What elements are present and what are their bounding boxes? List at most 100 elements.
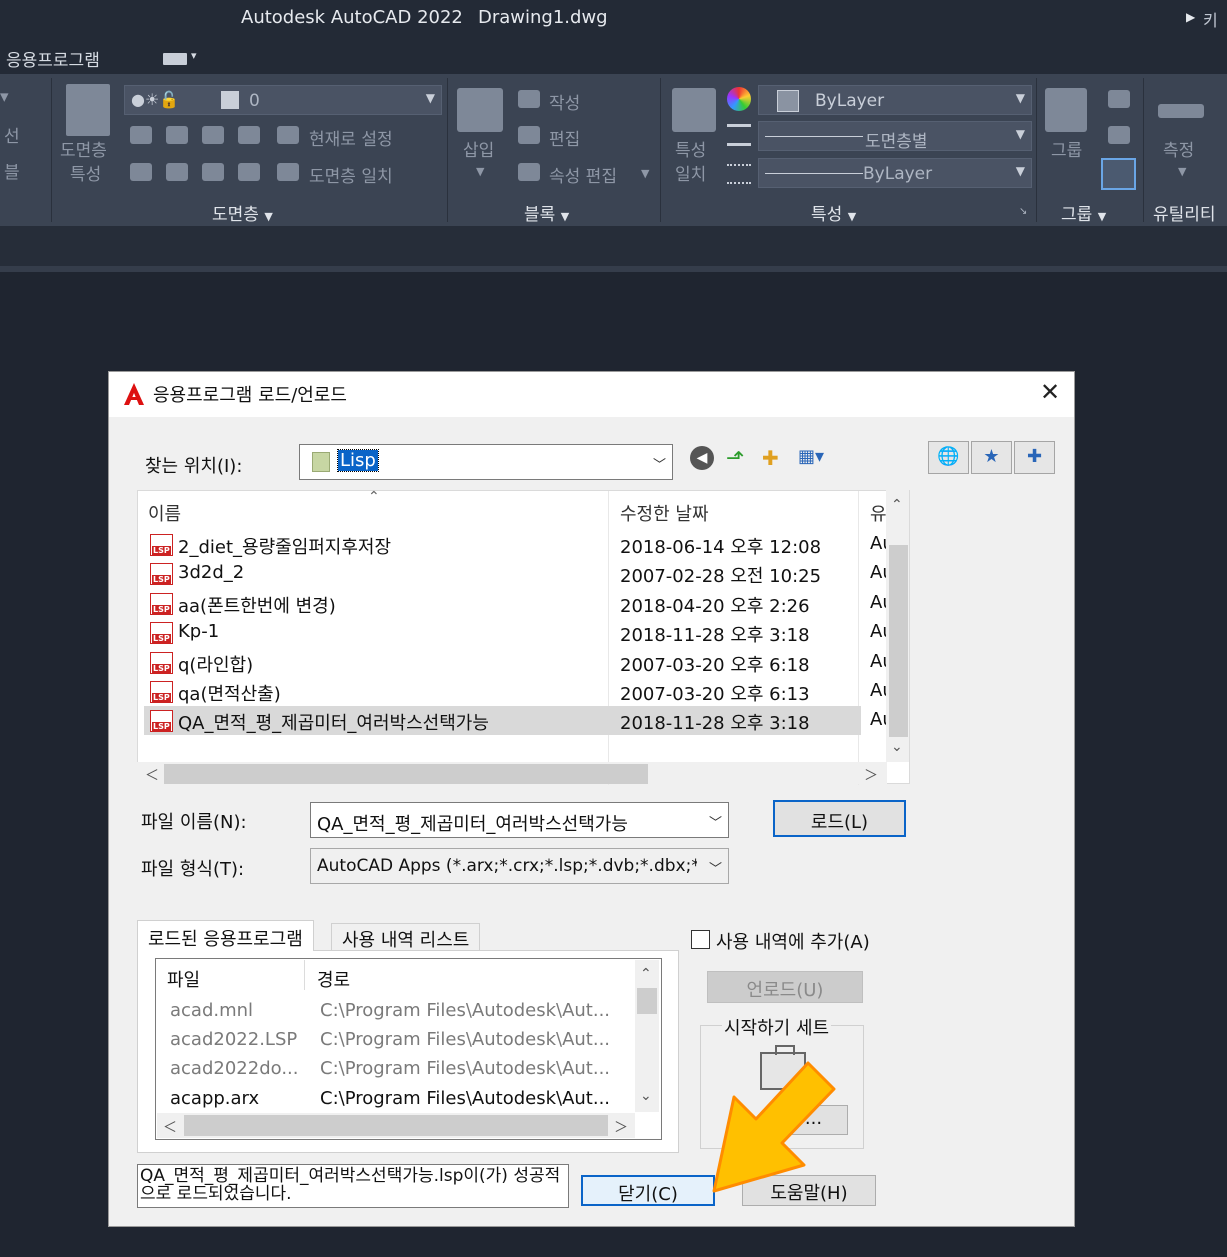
properties-panel-title[interactable]: 특성 ▼ <box>811 200 856 225</box>
color-wheel-icon[interactable] <box>727 87 751 111</box>
loaded-file[interactable]: acad.mnl <box>170 1000 253 1021</box>
file-row[interactable]: LSP q(라인합) 2007-03-20 오후 6:18 Au <box>144 648 894 677</box>
layer-isolate-icon[interactable] <box>166 126 188 144</box>
file-list[interactable]: 이름 ⌃ 수정한 날짜 유 LSP 2_diet_용량줄임퍼지후저장 2018-… <box>137 489 910 785</box>
attribute-edit-icon[interactable] <box>518 163 540 181</box>
tab-history-list[interactable]: 사용 내역 리스트 <box>331 923 481 951</box>
set-current-icon[interactable] <box>277 126 299 144</box>
group-edit-icon[interactable] <box>1108 126 1130 144</box>
lineweight-icon[interactable] <box>727 124 751 146</box>
workspace-dropdown[interactable]: ▾ <box>163 49 201 66</box>
layer-freeze-icon[interactable] <box>202 126 224 144</box>
file-row[interactable]: LSP qa(면적산출) 2007-03-20 오후 6:13 Au <box>144 677 894 706</box>
file-name-input[interactable]: QA_면적_평_제곱미터_여러박스선택가능 ﹀ <box>310 802 729 838</box>
loaded-path[interactable]: C:\Program Files\Autodesk\Aut... <box>320 1000 632 1021</box>
file-list-hscroll-thumb[interactable] <box>164 764 648 784</box>
lineweight-combo[interactable]: ByLayer ▼ <box>758 158 1032 188</box>
file-name: 2_diet_용량줄임퍼지후저장 <box>178 537 392 558</box>
loaded-path[interactable]: C:\Program Files\Autodesk\Aut... <box>320 1058 632 1079</box>
column-header-modified[interactable]: 수정한 날짜 <box>620 500 709 526</box>
loaded-file[interactable]: acapp.arx <box>170 1088 259 1109</box>
chevron-down-icon: ▼ <box>476 165 485 178</box>
block-create-button[interactable]: 작성 <box>549 89 580 114</box>
loaded-list-vscroll-thumb[interactable] <box>637 988 657 1014</box>
column-header-name[interactable]: 이름 <box>148 500 181 526</box>
highlight-arrow-icon <box>712 1061 836 1193</box>
block-create-icon[interactable] <box>518 90 540 108</box>
unload-button[interactable]: 언로드(U) <box>707 971 863 1003</box>
column-header-type[interactable]: 유 <box>870 500 887 526</box>
file-name-value: QA_면적_평_제곱미터_여러박스선택가능 <box>317 814 628 835</box>
dialog-launcher-icon[interactable]: ↘ <box>1019 206 1027 217</box>
chevron-down-icon: ﹀ <box>708 858 722 877</box>
chevron-down-icon: ▼ <box>1178 165 1187 178</box>
block-edit-button[interactable]: 편집 <box>549 125 580 150</box>
lsp-file-icon: LSP <box>150 710 173 732</box>
add-to-history-checkbox[interactable] <box>691 930 710 949</box>
layer-combo[interactable]: ●☀🔓 0 ▼ <box>124 85 442 115</box>
attribute-edit-button[interactable]: 속성 편집 <box>549 162 617 187</box>
look-in-dropdown[interactable]: Lisp ﹀ <box>299 444 673 480</box>
color-combo[interactable]: ByLayer ▼ <box>758 85 1032 115</box>
file-row[interactable]: LSP aa(폰트한번에 변경) 2018-04-20 오후 2:26 Au <box>144 589 894 618</box>
close-icon[interactable]: ✕ <box>1040 378 1060 406</box>
scroll-up-icon[interactable]: ⌃ <box>640 966 652 982</box>
add-folder-icon: ✚ <box>1026 446 1043 467</box>
loaded-path[interactable]: C:\Program Files\Autodesk\Aut... <box>320 1029 632 1050</box>
layer-off-icon[interactable] <box>130 126 152 144</box>
add-favorites-button[interactable]: ✚ <box>1014 441 1055 474</box>
scroll-left-icon[interactable]: ＜ <box>145 765 159 785</box>
utilities-panel-title[interactable]: 유틸리티 <box>1153 200 1216 225</box>
new-folder-icon[interactable]: ✚ <box>762 446 779 470</box>
scroll-right-icon[interactable]: ＞ <box>864 765 878 785</box>
scroll-right-icon[interactable]: ＞ <box>614 1117 628 1137</box>
search-web-button[interactable]: 🌐 <box>928 441 969 474</box>
scroll-down-icon[interactable]: ⌄ <box>640 1088 652 1104</box>
ungroup-icon[interactable] <box>1108 90 1130 108</box>
linetype-combo-value: 도면층별 <box>865 132 928 152</box>
file-row[interactable]: LSP Kp-1 2018-11-28 오후 3:18 Au <box>144 618 894 647</box>
loaded-list-hscroll-thumb[interactable] <box>184 1115 608 1136</box>
layer-unisolate-icon[interactable] <box>166 163 188 181</box>
document-title: Drawing1.dwg <box>478 7 608 28</box>
ribbon-left-fragment: 선 <box>4 127 20 147</box>
file-row[interactable]: LSP 3d2d_2 2007-02-28 오전 10:25 Au <box>144 559 894 588</box>
loaded-column-path[interactable]: 경로 <box>317 966 350 992</box>
expand-arrow-icon[interactable]: ▶ <box>1186 10 1195 24</box>
file-row-selected[interactable]: LSP QA_면적_평_제곱미터_여러박스선택가능 2018-11-28 오후 … <box>144 706 894 735</box>
loaded-path[interactable]: C:\Program Files\Autodesk\Aut... <box>320 1088 632 1109</box>
up-folder-icon[interactable]: ⬏ <box>726 446 744 471</box>
close-button[interactable]: 닫기(C) <box>581 1175 715 1206</box>
block-edit-icon[interactable] <box>518 126 540 144</box>
block-panel-title[interactable]: 블록 ▼ <box>524 200 569 225</box>
group-selection-icon[interactable] <box>1101 158 1136 190</box>
favorites-button[interactable]: ★ <box>971 441 1012 474</box>
file-list-vscroll-thumb[interactable] <box>889 545 908 737</box>
group-panel-title[interactable]: 그룹 ▼ <box>1061 200 1106 225</box>
add-to-history-label[interactable]: 사용 내역에 추가(A) <box>716 928 870 954</box>
scroll-left-icon[interactable]: ＜ <box>163 1117 177 1137</box>
loaded-file[interactable]: acad2022do... <box>170 1058 298 1079</box>
linetype-combo[interactable]: 도면층별 ▼ <box>758 121 1032 152</box>
match-layer-icon[interactable] <box>277 163 299 181</box>
layer-thaw-icon[interactable] <box>202 163 224 181</box>
load-button[interactable]: 로드(L) <box>773 800 906 837</box>
layer-lock-icon[interactable] <box>238 126 260 144</box>
back-arrow-icon[interactable]: ◀ <box>690 446 714 470</box>
views-menu-icon[interactable]: ▦▾ <box>798 446 824 467</box>
scroll-down-icon[interactable]: ⌄ <box>891 739 903 755</box>
layer-panel-title[interactable]: 도면층 ▼ <box>212 200 273 225</box>
layer-unlock-icon[interactable] <box>238 163 260 181</box>
loaded-column-file[interactable]: 파일 <box>167 966 200 992</box>
tab-apps[interactable]: 응용프로그램 <box>6 46 100 71</box>
match-layer-button[interactable]: 도면층 일치 <box>309 162 393 187</box>
layer-on-icon[interactable] <box>130 163 152 181</box>
scroll-up-icon[interactable]: ⌃ <box>891 497 903 513</box>
tab-loaded-applications[interactable]: 로드된 응용프로그램 <box>137 920 314 951</box>
file-row[interactable]: LSP 2_diet_용량줄임퍼지후저장 2018-06-14 오후 12:08… <box>144 530 894 559</box>
file-name: QA_면적_평_제곱미터_여러박스선택가능 <box>178 713 489 734</box>
loaded-file[interactable]: acad2022.LSP <box>170 1029 297 1050</box>
linetype-icon[interactable] <box>727 164 751 184</box>
file-type-dropdown[interactable]: AutoCAD Apps (*.arx;*.crx;*.lsp;*.dvb;*.… <box>310 848 729 884</box>
set-current-button[interactable]: 현재로 설정 <box>309 125 393 150</box>
